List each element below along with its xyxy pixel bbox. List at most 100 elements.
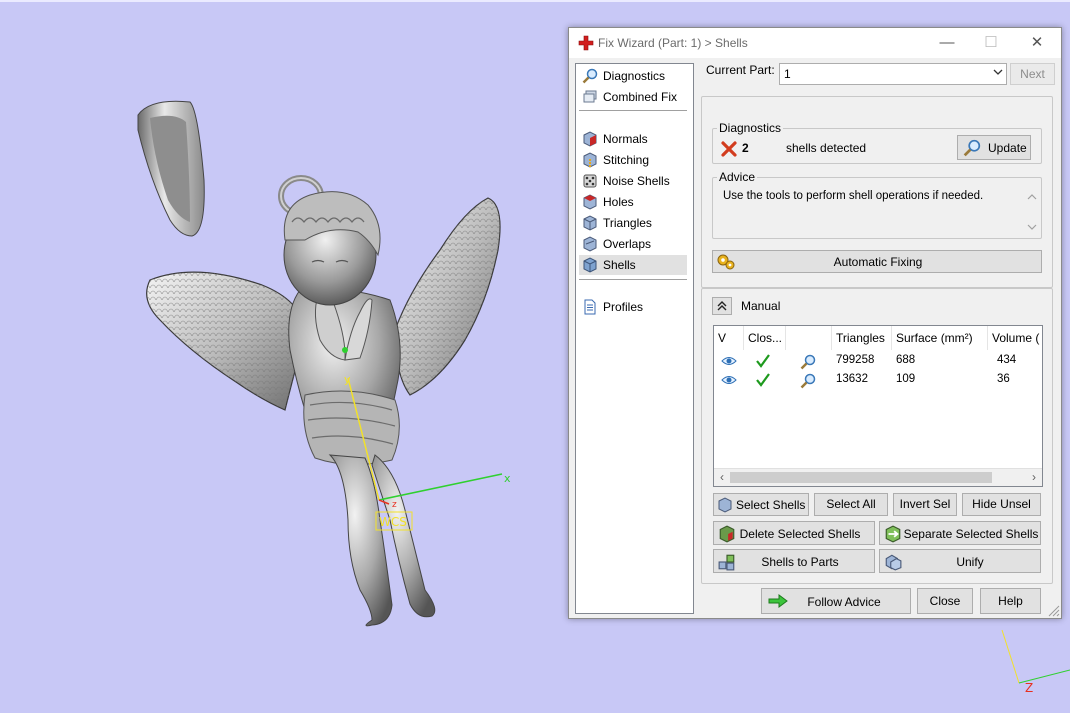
nav-separator — [579, 110, 687, 111]
holes-cube-icon — [583, 194, 597, 210]
table-row[interactable]: 13632 109 36 — [714, 371, 1042, 390]
maximize-button[interactable]: ☐ — [979, 33, 1003, 53]
top-panel: Diagnostics 2 shells detected Update Adv… — [701, 96, 1053, 288]
overlaps-cube-icon — [583, 236, 597, 252]
nav-item-stitching[interactable]: Stitching — [579, 150, 687, 170]
nav-label: Combined Fix — [603, 90, 678, 104]
stack-icon — [583, 90, 597, 103]
red-cross-app-icon — [578, 35, 594, 51]
document-icon — [584, 299, 596, 315]
shells-table[interactable]: V Clos... Triangles Surface (mm²) Volume… — [713, 325, 1043, 487]
column-header-action[interactable] — [786, 326, 832, 350]
diagnostics-group: Diagnostics 2 shells detected Update — [712, 121, 1042, 164]
nav-separator — [579, 279, 687, 280]
pendant-bail-model[interactable] — [137, 100, 205, 237]
eye-icon[interactable] — [721, 355, 737, 367]
surface-cell: 109 — [896, 373, 916, 385]
triangles-cube-icon — [583, 215, 597, 231]
fix-nav-panel: Diagnostics Combined Fix Normals Stitchi… — [575, 63, 694, 614]
nav-label: Holes — [603, 195, 634, 209]
eye-icon[interactable] — [721, 374, 737, 386]
shells-to-parts-button[interactable]: Shells to Parts — [713, 549, 875, 573]
nav-label: Triangles — [603, 216, 652, 230]
nav-label: Noise Shells — [603, 174, 670, 188]
close-button[interactable]: Close — [917, 588, 973, 614]
column-header-triangles[interactable]: Triangles — [832, 326, 892, 350]
delete-selected-shells-label: Delete Selected Shells — [739, 527, 861, 541]
angel-model[interactable] — [146, 175, 501, 627]
table-row[interactable]: 799258 688 434 — [714, 352, 1042, 371]
next-button[interactable]: Next — [1010, 63, 1055, 85]
collapse-manual-button[interactable] — [712, 297, 732, 315]
automatic-fixing-button[interactable]: Automatic Fixing — [712, 250, 1042, 273]
nav-label: Normals — [603, 132, 648, 146]
normals-cube-icon — [583, 131, 597, 147]
scroll-down-icon[interactable] — [1027, 222, 1037, 232]
corner-axis-indicator: Z — [1001, 629, 1070, 695]
nav-item-diagnostics[interactable]: Diagnostics — [579, 66, 687, 86]
advice-group-title: Advice — [717, 170, 758, 184]
diagnostics-group-title: Diagnostics — [717, 121, 784, 135]
triangles-cell: 13632 — [836, 373, 868, 385]
shells-detected-text: shells detected — [786, 141, 867, 155]
horizontal-scrollbar[interactable]: ‹ › — [714, 468, 1042, 486]
follow-advice-button[interactable]: Follow Advice — [761, 588, 911, 614]
triangles-cell: 799258 — [836, 354, 875, 366]
update-button[interactable]: Update — [957, 135, 1031, 160]
corner-axis-z-label: Z — [1025, 681, 1033, 695]
stitching-cube-icon — [583, 152, 597, 168]
axis-x-label: x — [504, 472, 511, 485]
scroll-up-icon[interactable] — [1027, 192, 1037, 202]
double-chevron-up-icon — [717, 301, 727, 311]
scroll-left-icon[interactable]: ‹ — [714, 469, 730, 486]
noise-dice-icon — [583, 174, 597, 188]
nav-item-profiles[interactable]: Profiles — [579, 297, 687, 317]
column-header-v[interactable]: V — [714, 326, 744, 350]
nav-item-combined-fix[interactable]: Combined Fix — [579, 87, 687, 107]
separate-selected-shells-button[interactable]: Separate Selected Shells — [879, 521, 1041, 545]
scrollbar-thumb[interactable] — [730, 472, 992, 483]
follow-advice-label: Follow Advice — [807, 595, 881, 609]
error-x-icon — [721, 141, 737, 157]
nav-item-shells[interactable]: Shells — [579, 255, 687, 275]
select-all-button[interactable]: Select All — [814, 493, 888, 516]
magnifier-icon[interactable] — [800, 354, 816, 370]
nav-label: Profiles — [603, 300, 644, 314]
column-header-volume[interactable]: Volume ( — [988, 326, 1042, 350]
nav-label: Stitching — [603, 153, 650, 167]
current-part-value: 1 — [784, 67, 791, 81]
surface-cell: 688 — [896, 354, 916, 366]
hide-unsel-button[interactable]: Hide Unsel — [962, 493, 1041, 516]
advice-group: Advice Use the tools to perform shell op… — [712, 170, 1042, 239]
nav-item-noise-shells[interactable]: Noise Shells — [579, 171, 687, 191]
axis-z-label: z — [392, 500, 397, 510]
resize-grip-icon[interactable] — [1048, 605, 1060, 617]
select-shells-label: Select Shells — [736, 498, 806, 512]
volume-cell: 36 — [997, 373, 1010, 385]
delete-selected-shells-button[interactable]: Delete Selected Shells — [713, 521, 875, 545]
unify-label: Unify — [956, 555, 984, 569]
magnifier-icon[interactable] — [800, 373, 816, 389]
nav-item-holes[interactable]: Holes — [579, 192, 687, 212]
nav-label: Shells — [603, 258, 636, 272]
shell-count: 2 — [742, 141, 749, 155]
current-part-select[interactable]: 1 — [779, 63, 1007, 85]
close-window-button[interactable]: ✕ — [1025, 33, 1049, 53]
unify-button[interactable]: Unify — [879, 549, 1041, 573]
nav-item-triangles[interactable]: Triangles — [579, 213, 687, 233]
title-bar[interactable]: Fix Wizard (Part: 1) > Shells — ☐ ✕ — [569, 28, 1061, 58]
nav-item-overlaps[interactable]: Overlaps — [579, 234, 687, 254]
minimize-button[interactable]: — — [935, 33, 959, 53]
select-shells-button[interactable]: Select Shells — [713, 493, 809, 516]
column-header-closed[interactable]: Clos... — [744, 326, 786, 350]
nav-label: Overlaps — [603, 237, 652, 251]
nav-item-normals[interactable]: Normals — [579, 129, 687, 149]
invert-sel-button[interactable]: Invert Sel — [893, 493, 957, 516]
column-header-surface[interactable]: Surface (mm²) — [892, 326, 988, 350]
fix-wizard-dialog: Fix Wizard (Part: 1) > Shells — ☐ ✕ Diag… — [568, 27, 1062, 619]
shells-cube-icon — [583, 257, 597, 273]
shells-cube-icon — [718, 497, 732, 513]
scroll-right-icon[interactable]: › — [1026, 469, 1042, 486]
help-button[interactable]: Help — [980, 588, 1041, 614]
nav-label: Diagnostics — [603, 69, 666, 83]
